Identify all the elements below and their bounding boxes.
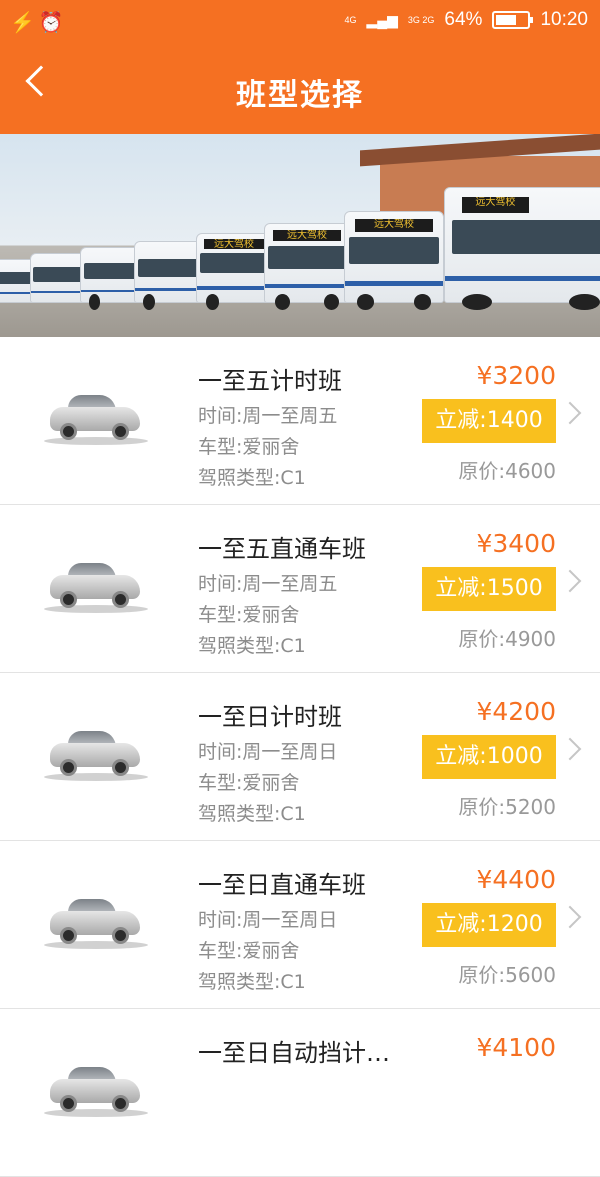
course-name: 一至日直通车班 <box>198 871 366 899</box>
discount-badge[interactable]: 立减:1000 <box>422 735 556 779</box>
status-time: 10:20 <box>540 9 588 30</box>
banner-image: 远大驾校 远大驾校 远大驾校 远大驾校 <box>0 134 600 337</box>
course-item[interactable]: 一至五计时班 时间:周一至周五 车型:爱丽舍 驾照类型:C1 ¥3200 立减:… <box>0 337 600 505</box>
course-item[interactable]: 一至日直通车班 时间:周一至周日 车型:爱丽舍 驾照类型:C1 ¥4400 立减… <box>0 841 600 1009</box>
alarm-icon: ⏰ <box>38 12 68 34</box>
course-price: ¥4100 <box>476 1033 556 1062</box>
original-price: 原价:4600 <box>458 459 556 483</box>
chevron-right-icon <box>558 905 582 929</box>
bus-graphic: 远大驾校 <box>196 233 272 310</box>
original-price: 原价:5200 <box>458 795 556 819</box>
status-bar: ⚡⏰ 4G ▂▄▆ 3G 2G 64% 10:20 <box>0 0 600 44</box>
course-time: 时间:周一至周五 <box>198 573 338 595</box>
course-time: 时间:周一至周五 <box>198 405 338 427</box>
network-4g-label: 4G <box>344 14 357 25</box>
discount-badge[interactable]: 立减:1500 <box>422 567 556 611</box>
discount-badge[interactable]: 立减:1200 <box>422 903 556 947</box>
bus-graphic <box>134 241 202 310</box>
course-item[interactable]: 一至日计时班 时间:周一至周日 车型:爱丽舍 驾照类型:C1 ¥4200 立减:… <box>0 673 600 841</box>
status-right: 4G ▂▄▆ 3G 2G 64% 10:20 <box>344 9 588 31</box>
nav-bar: 班型选择 <box>0 44 600 134</box>
battery-percent: 64% <box>444 9 483 30</box>
course-time: 时间:周一至周日 <box>198 741 338 763</box>
course-car-model: 车型:爱丽舍 <box>198 604 300 626</box>
bus-graphic: 远大驾校 <box>444 187 600 310</box>
bus-graphic: 远大驾校 <box>264 223 350 310</box>
course-license-type: 驾照类型:C1 <box>198 635 306 657</box>
course-name: 一至五直通车班 <box>198 535 366 563</box>
course-name: 一至日计时班 <box>198 703 342 731</box>
course-license-type: 驾照类型:C1 <box>198 971 306 993</box>
course-item[interactable]: 一至五直通车班 时间:周一至周五 车型:爱丽舍 驾照类型:C1 ¥3400 立减… <box>0 505 600 673</box>
car-image <box>44 559 148 617</box>
bus-sign-text: 远大驾校 <box>204 239 264 249</box>
discount-badge[interactable]: 立减:1400 <box>422 399 556 443</box>
course-price: ¥4400 <box>476 865 556 894</box>
course-name: 一至日自动挡计… <box>198 1039 390 1067</box>
chevron-right-icon <box>558 569 582 593</box>
car-image <box>44 391 148 449</box>
car-image <box>44 727 148 785</box>
bus-sign-text: 远大驾校 <box>273 230 341 242</box>
course-name: 一至五计时班 <box>198 367 342 395</box>
battery-fill <box>496 15 516 25</box>
course-item[interactable]: 一至日自动挡计… ¥4100 <box>0 1009 600 1177</box>
course-license-type: 驾照类型:C1 <box>198 467 306 489</box>
course-license-type: 驾照类型:C1 <box>198 803 306 825</box>
signal-icon: ▂▄▆ <box>366 11 398 28</box>
original-price: 原价:5600 <box>458 963 556 987</box>
page-title: 班型选择 <box>236 78 364 113</box>
course-car-model: 车型:爱丽舍 <box>198 436 300 458</box>
bus-sign-text: 远大驾校 <box>354 219 434 232</box>
original-price: 原价:4900 <box>458 627 556 651</box>
course-list: 一至五计时班 时间:周一至周五 车型:爱丽舍 驾照类型:C1 ¥3200 立减:… <box>0 337 600 1177</box>
course-price: ¥3200 <box>476 361 556 390</box>
course-price: ¥3400 <box>476 529 556 558</box>
bus-graphic: 远大驾校 <box>344 211 444 310</box>
bus-sign-text: 远大驾校 <box>461 197 529 214</box>
car-image <box>44 1063 148 1121</box>
course-price: ¥4200 <box>476 697 556 726</box>
sync-icon: ⚡ <box>10 12 39 34</box>
status-left-icons: ⚡⏰ <box>10 10 68 35</box>
battery-icon <box>492 11 534 29</box>
chevron-right-icon <box>558 737 582 761</box>
course-car-model: 车型:爱丽舍 <box>198 772 300 794</box>
car-image <box>44 895 148 953</box>
chevron-right-icon <box>558 401 582 425</box>
course-time: 时间:周一至周日 <box>198 909 338 931</box>
network-3g-label: 3G 2G <box>407 14 435 25</box>
course-car-model: 车型:爱丽舍 <box>198 940 300 962</box>
